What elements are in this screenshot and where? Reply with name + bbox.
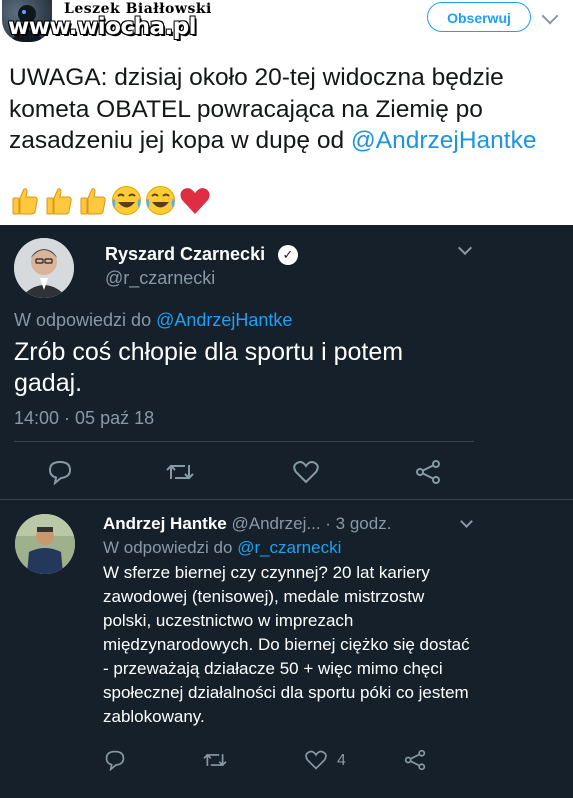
reply-prefix: W odpowiedzi do bbox=[14, 310, 157, 330]
share-icon[interactable] bbox=[414, 459, 442, 490]
follow-button[interactable]: Obserwuj bbox=[427, 2, 531, 32]
avatar[interactable] bbox=[14, 238, 74, 298]
reply-prefix: W odpowiedzi do bbox=[103, 538, 238, 557]
tweet-text: UWAGA: dzisiaj około 20-tej widoczna będ… bbox=[9, 62, 569, 157]
tears-of-joy-icon bbox=[144, 184, 177, 217]
like-count: 4 bbox=[337, 752, 346, 769]
reply-icon[interactable] bbox=[104, 749, 126, 776]
author-handle[interactable]: @r_czarnecki bbox=[105, 268, 215, 289]
thumbs-up-icon bbox=[42, 184, 75, 217]
author-name[interactable]: Ryszard Czarnecki bbox=[105, 244, 265, 265]
embedded-screenshot: Ryszard Czarnecki ✓ @r_czarnecki W odpow… bbox=[0, 225, 573, 798]
red-heart-icon bbox=[178, 184, 211, 217]
thumbs-up-icon bbox=[8, 184, 41, 217]
avatar[interactable] bbox=[15, 514, 75, 574]
reply-mention[interactable]: @r_czarnecki bbox=[237, 538, 341, 557]
thumbs-up-icon bbox=[76, 184, 109, 217]
retweet-icon[interactable] bbox=[202, 749, 228, 776]
tweet-mention[interactable]: @AndrzejHantke bbox=[351, 127, 537, 154]
watermark: www.wiocha.pl bbox=[8, 14, 197, 40]
chevron-down-icon[interactable] bbox=[457, 240, 473, 256]
author-name[interactable]: Andrzej Hantke bbox=[103, 514, 227, 533]
divider bbox=[0, 499, 573, 500]
reply-icon[interactable] bbox=[47, 459, 73, 490]
reply-context: W odpowiedzi do @AndrzejHantke bbox=[14, 310, 292, 331]
reply-mention[interactable]: @AndrzejHantke bbox=[156, 310, 292, 330]
handle-time[interactable]: @Andrzej... · 3 godz. bbox=[227, 514, 391, 533]
retweet-icon[interactable] bbox=[165, 459, 195, 490]
emoji-row bbox=[8, 184, 211, 220]
chevron-down-icon[interactable] bbox=[460, 515, 473, 528]
chevron-down-icon[interactable] bbox=[541, 7, 559, 25]
timestamp[interactable]: 14:00 · 05 paź 18 bbox=[14, 408, 154, 429]
like-icon[interactable] bbox=[304, 749, 328, 776]
reply-context: W odpowiedzi do @r_czarnecki bbox=[103, 538, 341, 558]
tweet-text: W sferze biernej czy czynnej? 20 lat kar… bbox=[103, 563, 470, 726]
tears-of-joy-icon bbox=[110, 184, 143, 217]
action-bar bbox=[0, 457, 573, 487]
like-icon[interactable] bbox=[292, 459, 320, 490]
verified-badge-icon: ✓ bbox=[278, 245, 298, 265]
author-line: Andrzej Hantke @Andrzej... · 3 godz. bbox=[103, 514, 391, 534]
share-icon[interactable] bbox=[403, 749, 427, 776]
tweet-header-area: Leszek Białłowski www.wiocha.pl Obserwuj… bbox=[0, 0, 573, 225]
divider bbox=[14, 441, 474, 442]
tweet-text: Zrób coś chłopie dla sportu i potem gada… bbox=[14, 338, 404, 397]
action-bar: 4 bbox=[0, 749, 573, 775]
